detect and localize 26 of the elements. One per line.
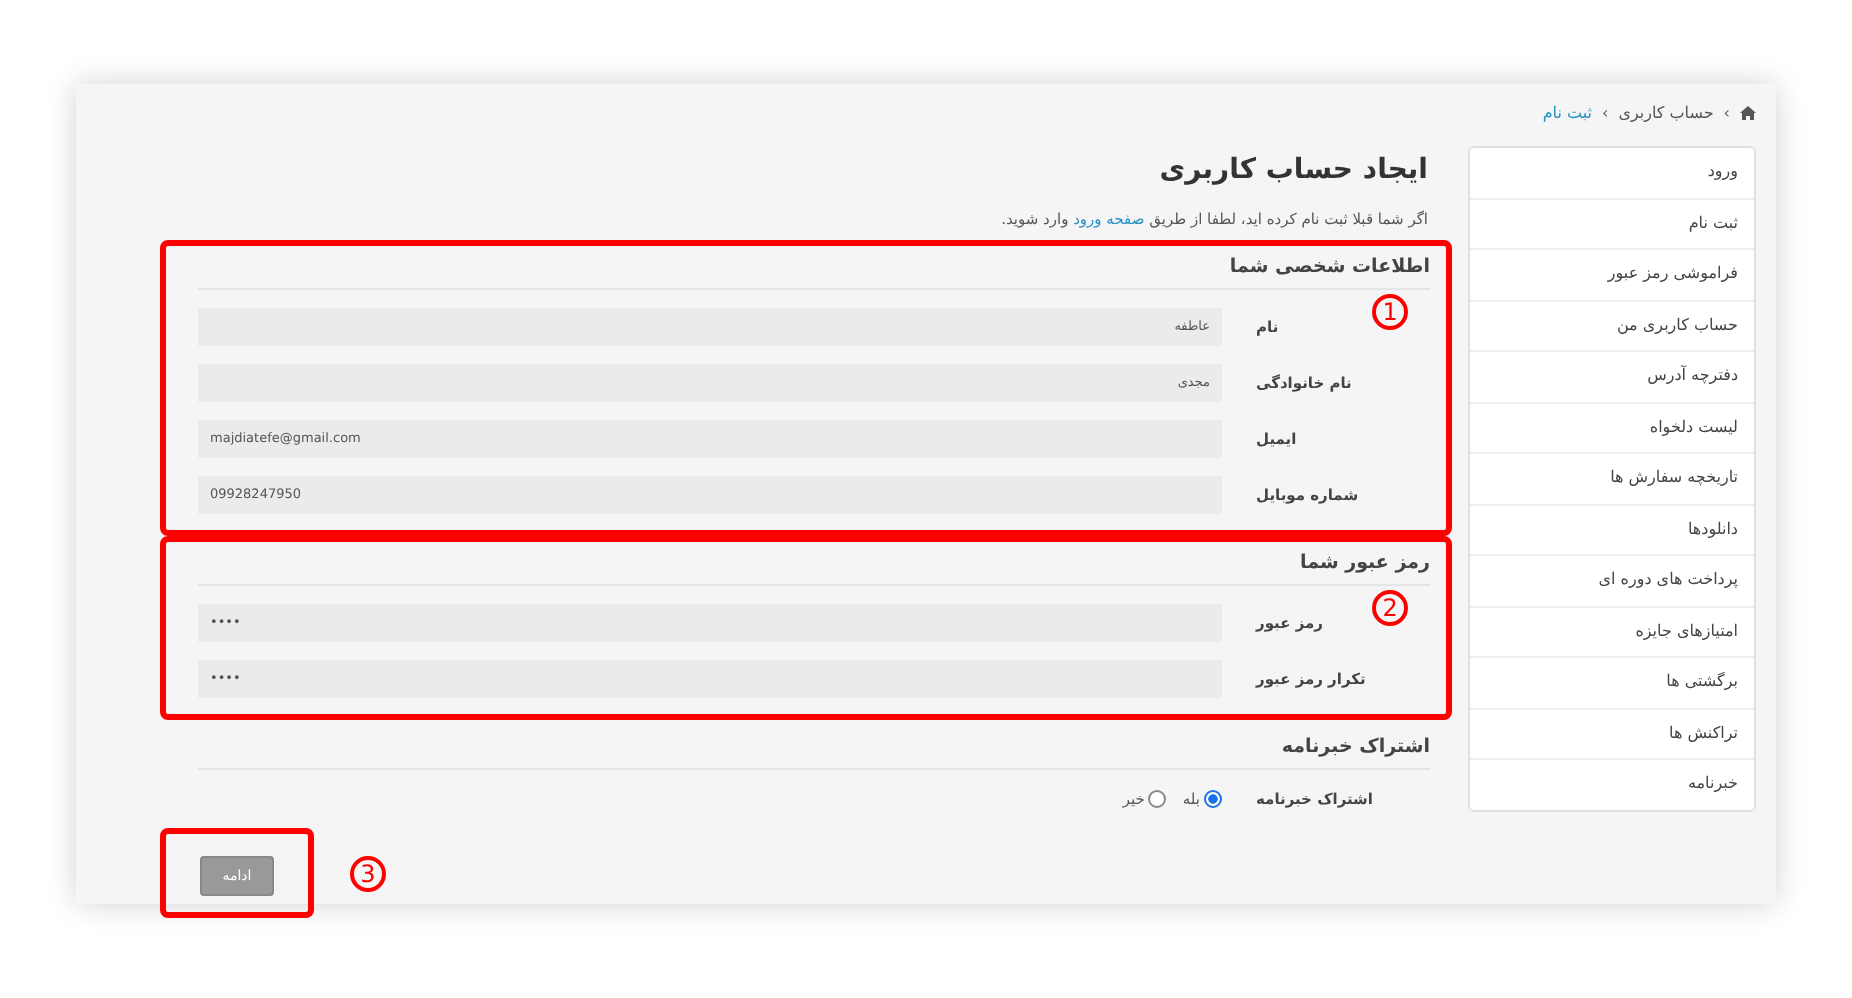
section-heading: اطلاعات شخصی شما [198,250,1430,290]
sidebar-item[interactable]: حساب کاربری من [1470,301,1754,352]
sidebar-item[interactable]: ثبت نام [1470,199,1754,250]
sidebar-item[interactable]: پرداخت های دوره ای [1470,556,1754,607]
step-marker: 1 [1372,294,1408,330]
section-heading: رمز عبور شما [198,546,1430,586]
sidebar-item[interactable]: امتیازهای جایزه [1470,607,1754,658]
sidebar-item[interactable]: دانلودها [1470,505,1754,556]
step-marker: 2 [1372,590,1408,626]
breadcrumb-separator: › [1601,104,1609,122]
breadcrumb-link[interactable]: حساب کاربری [1618,104,1714,122]
home-icon[interactable] [1740,106,1756,120]
radio-button[interactable] [1148,789,1167,807]
radio-button[interactable] [1204,789,1222,807]
sidebar-item[interactable]: برگشتی ها [1470,658,1754,709]
section-heading: اشتراک خبرنامه [198,730,1430,770]
sidebar-item[interactable]: تراکنش ها [1470,709,1754,760]
step-marker: 3 [350,855,386,891]
sidebar-item[interactable]: خبرنامه [1470,760,1754,809]
breadcrumb-separator: › [1723,104,1730,122]
page-title: ایجاد حساب کاربری [1157,154,1430,186]
sidebar-item[interactable]: ورود [1470,148,1754,199]
sidebar-item[interactable]: تاریخچه سفارش ها [1470,454,1754,505]
sidebar-item[interactable]: لیست دلخواه [1470,403,1754,454]
sidebar-item[interactable]: فراموشی رمز عبور [1470,250,1754,301]
sidebar-item[interactable]: دفترچه آدرس [1470,352,1754,403]
